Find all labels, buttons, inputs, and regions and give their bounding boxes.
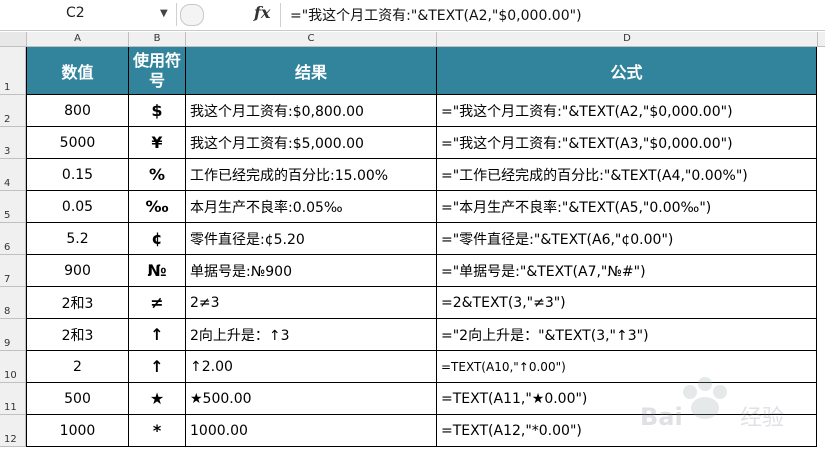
row-number: 5 xyxy=(4,210,11,221)
row-number: 3 xyxy=(4,146,11,157)
cell-d-row-6[interactable]: ="零件直径是:"&TEXT(A6,"¢0.00") xyxy=(437,223,817,255)
row-header-3[interactable]: 3 xyxy=(0,127,26,159)
cell-b-row-2[interactable]: $ xyxy=(129,95,186,127)
chevron-down-icon[interactable]: ▼ xyxy=(160,8,168,19)
row-header-9[interactable]: 9 xyxy=(0,319,26,351)
cell-d-row-8[interactable]: =2&TEXT(3,"≠3") xyxy=(437,287,817,319)
name-box[interactable]: C2 ▼ xyxy=(0,3,177,26)
cell-a-row-9[interactable]: 2和3 xyxy=(27,319,129,351)
cell-a-row-6[interactable]: 5.2 xyxy=(27,223,129,255)
cell-c-row-6[interactable]: 零件直径是:¢5.20 xyxy=(186,223,437,255)
cell-a-row-3[interactable]: 5000 xyxy=(27,127,129,159)
row-header-12[interactable]: 12 xyxy=(0,415,26,447)
cell-a-row-4[interactable]: 0.15 xyxy=(27,159,129,191)
cell-b-row-10[interactable]: ↑ xyxy=(129,351,186,383)
header-cell-a[interactable]: 数值 xyxy=(27,47,129,95)
cell-c-row-7[interactable]: 单据号是:№900 xyxy=(186,255,437,287)
row-header-1[interactable]: 1 xyxy=(0,47,26,95)
cell-a-row-11[interactable]: 500 xyxy=(27,383,129,415)
row-header-6[interactable]: 6 xyxy=(0,223,26,255)
cell-a-row-5[interactable]: 0.05 xyxy=(27,191,129,223)
cell-d-row-5[interactable]: ="本月生产不良率:"&TEXT(A5,"0.00‰") xyxy=(437,191,817,223)
header-cell-c[interactable]: 结果 xyxy=(186,47,437,95)
cell-d-row-12[interactable]: =TEXT(A12,"*0.00") xyxy=(437,415,817,447)
column-header-a[interactable]: A xyxy=(27,32,129,46)
column-header-d[interactable]: D xyxy=(437,32,818,46)
cell-b-row-6[interactable]: ¢ xyxy=(129,223,186,255)
cell-a-row-12[interactable]: 1000 xyxy=(27,415,129,447)
cell-a-row-8[interactable]: 2和3 xyxy=(27,287,129,319)
cell-d-row-10[interactable]: =TEXT(A10,"↑0.00") xyxy=(437,351,817,383)
cell-b-row-4[interactable]: % xyxy=(129,159,186,191)
column-header-c[interactable]: C xyxy=(186,32,437,46)
cell-b-row-12[interactable]: * xyxy=(129,415,186,447)
cell-c-row-5[interactable]: 本月生产不良率:0.05‰ xyxy=(186,191,437,223)
grid-left-border xyxy=(26,47,27,447)
row-header-8[interactable]: 8 xyxy=(0,287,26,319)
row-header-10[interactable]: 10 xyxy=(0,351,26,383)
formula-input[interactable]: ="我这个月工资有:"&TEXT(A2,"$0,000.00") xyxy=(290,5,582,25)
cell-d-row-11[interactable]: =TEXT(A11,"★0.00") xyxy=(437,383,817,415)
row-header-5[interactable]: 5 xyxy=(0,191,26,223)
formula-bar: C2 ▼ fx ="我这个月工资有:"&TEXT(A2,"$0,000.00") xyxy=(0,0,825,31)
row-number: 7 xyxy=(4,274,11,285)
cell-d-row-4[interactable]: ="工作已经完成的百分比:"&TEXT(A4,"0.00%") xyxy=(437,159,817,191)
cell-d-row-3[interactable]: ="我这个月工资有:"&TEXT(A3,"$0,000.00") xyxy=(437,127,817,159)
cell-c-row-10[interactable]: ↑2.00 xyxy=(186,351,437,383)
column-header-b[interactable]: B xyxy=(129,32,186,46)
cell-a-row-2[interactable]: 800 xyxy=(27,95,129,127)
select-all-corner[interactable] xyxy=(0,32,27,46)
header-cell-d[interactable]: 公式 xyxy=(437,47,817,95)
cell-c-row-8[interactable]: 2≠3 xyxy=(186,287,437,319)
cell-d-row-7[interactable]: ="单据号是:"&TEXT(A7,"№#") xyxy=(437,255,817,287)
cell-b-row-8[interactable]: ≠ xyxy=(129,287,186,319)
cell-c-row-4[interactable]: 工作已经完成的百分比:15.00% xyxy=(186,159,437,191)
row-number: 2 xyxy=(4,114,11,125)
row-header-4[interactable]: 4 xyxy=(0,159,26,191)
cell-d-row-9[interactable]: ="2向上升是："&TEXT(3,"↑3") xyxy=(437,319,817,351)
row-number: 8 xyxy=(4,306,11,317)
cell-a-row-7[interactable]: 900 xyxy=(27,255,129,287)
row-header-2[interactable]: 2 xyxy=(0,95,26,127)
header-cell-b[interactable]: 使用符号 xyxy=(129,47,186,95)
cell-b-row-3[interactable]: ¥ xyxy=(129,127,186,159)
cell-b-row-7[interactable]: № xyxy=(129,255,186,287)
row-number: 10 xyxy=(4,370,17,381)
divider xyxy=(280,3,281,27)
cell-c-row-12[interactable]: 1000.00 xyxy=(186,415,437,447)
cell-c-row-3[interactable]: 我这个月工资有:$5,000.00 xyxy=(186,127,437,159)
row-number: 4 xyxy=(4,178,11,189)
row-header-11[interactable]: 11 xyxy=(0,383,26,415)
cell-d-row-2[interactable]: ="我这个月工资有:"&TEXT(A2,"$0,000.00") xyxy=(437,95,817,127)
cell-c-row-9[interactable]: 2向上升是：↑3 xyxy=(186,319,437,351)
cell-c-row-11[interactable]: ★500.00 xyxy=(186,383,437,415)
insert-function-icon[interactable]: fx xyxy=(254,3,270,22)
row-number: 9 xyxy=(4,338,11,349)
cell-c-row-2[interactable]: 我这个月工资有:$0,800.00 xyxy=(186,95,437,127)
cell-b-row-9[interactable]: ↑ xyxy=(129,319,186,351)
cell-a-row-10[interactable]: 2 xyxy=(27,351,129,383)
cell-b-row-11[interactable]: ★ xyxy=(129,383,186,415)
row-number: 11 xyxy=(4,402,17,413)
cell-reference: C2 xyxy=(66,5,85,21)
row-number: 6 xyxy=(4,242,11,253)
row-number: 1 xyxy=(4,82,11,93)
row-number: 12 xyxy=(4,434,17,445)
cell-b-row-5[interactable]: ‰ xyxy=(129,191,186,223)
formula-bar-splitter[interactable] xyxy=(180,4,204,26)
row-header-7[interactable]: 7 xyxy=(0,255,26,287)
